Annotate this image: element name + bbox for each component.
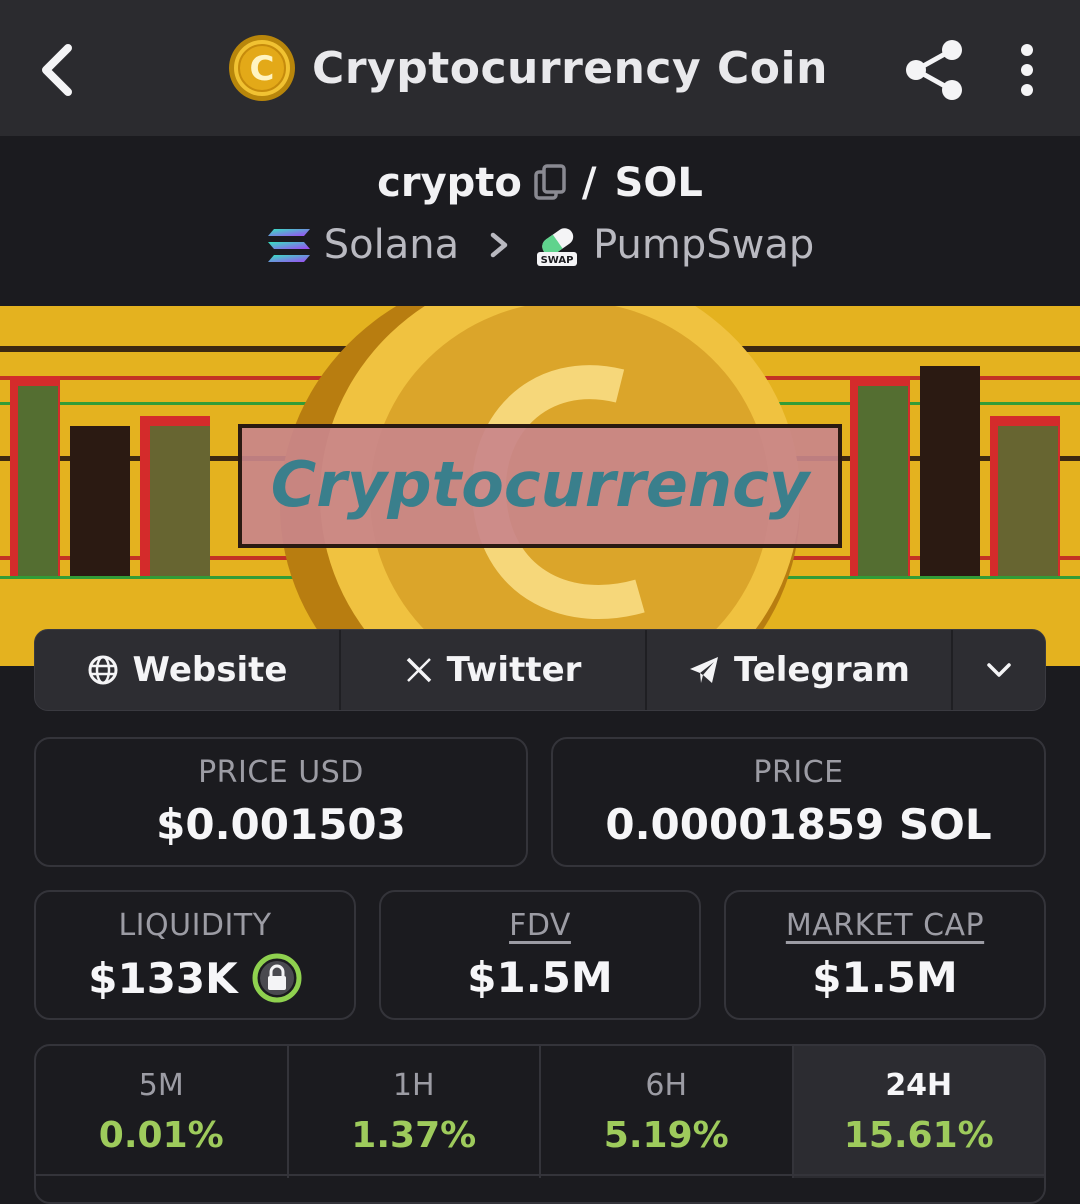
tab-24h[interactable]: 24H 15.61% (793, 1046, 1044, 1178)
coin-logo-glyph: C (250, 49, 275, 89)
tabs-divider (34, 1174, 1046, 1176)
pair-separator: / (581, 160, 597, 206)
price-change-tabs: 5M 0.01% 1H 1.37% 6H 5.19% 24H 15.61% (34, 1044, 1046, 1204)
top-bar: C Cryptocurrency Coin (0, 0, 1080, 136)
chevron-right-icon (490, 232, 508, 258)
token-banner: Cryptocurrency (0, 306, 1080, 666)
tab-label: 24H (885, 1068, 953, 1103)
dex-name[interactable]: PumpSwap (593, 222, 814, 268)
price-usd-card: PRICE USD $0.001503 (34, 737, 528, 867)
telegram-label: Telegram (734, 650, 910, 690)
liquidity-card: LIQUIDITY $133K (34, 890, 356, 1020)
more-icon[interactable] (1004, 42, 1050, 98)
fdv-card[interactable]: FDV $1.5M (379, 890, 701, 1020)
pair-line: crypto / SOL (0, 160, 1080, 206)
market-cap-value: $1.5M (812, 953, 958, 1002)
liquidity-value: $133K (88, 953, 238, 1003)
tab-label: 5M (138, 1068, 184, 1103)
price-usd-label: PRICE USD (198, 755, 364, 790)
liquidity-label: LIQUIDITY (118, 908, 272, 943)
tab-5m[interactable]: 5M 0.01% (36, 1046, 289, 1178)
tab-label: 6H (645, 1068, 688, 1103)
lock-icon[interactable] (252, 953, 302, 1003)
fdv-value: $1.5M (467, 953, 613, 1002)
tab-6h[interactable]: 6H 5.19% (541, 1046, 794, 1178)
pair-quote: SOL (614, 160, 703, 206)
website-button[interactable]: Website (35, 630, 341, 710)
chain-name[interactable]: Solana (324, 222, 459, 268)
tab-change: 15.61% (843, 1115, 994, 1156)
market-cap-label[interactable]: MARKET CAP (726, 908, 1044, 943)
copy-icon[interactable] (534, 163, 568, 203)
pumpswap-icon: SWAP (537, 228, 578, 266)
banner-image: Cryptocurrency (0, 306, 1080, 666)
tab-1h[interactable]: 1H 1.37% (289, 1046, 541, 1178)
price-native-value: 0.00001859 SOL (605, 800, 992, 849)
coin-logo-icon: C (229, 35, 296, 101)
banner-text: Cryptocurrency (271, 448, 812, 521)
globe-icon (88, 655, 118, 685)
x-icon (406, 657, 431, 683)
fdv-label[interactable]: FDV (381, 908, 699, 943)
pumpswap-badge: SWAP (541, 255, 574, 266)
tab-change: 5.19% (603, 1115, 729, 1156)
tab-change: 0.01% (98, 1115, 224, 1156)
price-native-label: PRICE (753, 755, 844, 790)
price-native-card: PRICE 0.00001859 SOL (551, 737, 1046, 867)
twitter-label: Twitter (446, 650, 582, 690)
liquidity-value-row: $133K (36, 953, 354, 1003)
solana-icon (267, 229, 310, 262)
twitter-button[interactable]: Twitter (341, 630, 647, 710)
more-links-button[interactable] (953, 630, 1045, 710)
website-label: Website (132, 650, 288, 690)
social-links-bar: Website Twitter Telegram (34, 629, 1046, 711)
telegram-icon (690, 657, 719, 683)
pair-base: crypto (377, 160, 522, 206)
market-cap-card[interactable]: MARKET CAP $1.5M (724, 890, 1046, 1020)
share-icon[interactable] (902, 38, 968, 102)
page-title: Cryptocurrency Coin (312, 42, 828, 94)
price-usd-value: $0.001503 (156, 800, 406, 849)
chain-dex-line: Solana SWAP PumpSwap (0, 222, 1080, 268)
back-icon[interactable] (30, 38, 90, 102)
tab-label: 1H (392, 1068, 435, 1103)
telegram-button[interactable]: Telegram (647, 630, 953, 710)
chevron-down-icon (987, 663, 1011, 677)
tab-change: 1.37% (351, 1115, 477, 1156)
